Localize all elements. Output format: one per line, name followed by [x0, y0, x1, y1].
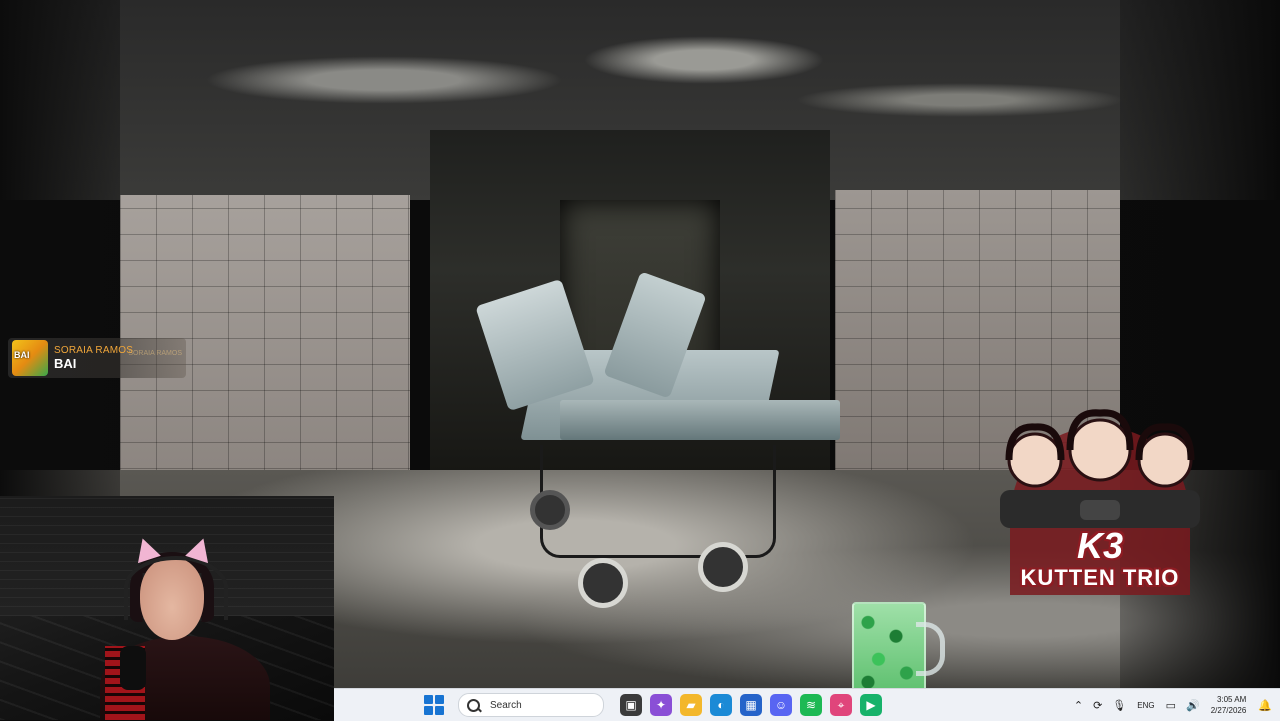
mug-body [852, 602, 926, 698]
glass-mug [852, 602, 945, 698]
windows-logo-icon [435, 706, 444, 715]
gurney-wheel [578, 558, 628, 608]
logo-name: KUTTEN TRIO [1020, 565, 1180, 590]
pinned-apps: ▣ ✦ ▰ ◐ ▦ ☺ ≋ ⌖ ▶ [616, 694, 886, 716]
taskbar-search[interactable] [458, 693, 604, 717]
folder-icon: ▰ [686, 698, 696, 712]
microphone-icon[interactable]: 🎙 [1112, 699, 1126, 712]
gurney-side-rail [560, 400, 840, 440]
gurney-frame [540, 445, 776, 558]
language-indicator[interactable]: ENG [1137, 701, 1154, 710]
notification-icon[interactable]: 🔔 [1258, 699, 1272, 712]
taskbar-app-task-view[interactable]: ▣ [620, 694, 642, 716]
search-input[interactable] [488, 698, 602, 712]
microphone [120, 646, 146, 690]
clock-time: 3:05 AM [1216, 695, 1247, 704]
avatar-text: BAI [14, 350, 30, 360]
windows-taskbar: ▣ ✦ ▰ ◐ ▦ ☺ ≋ ⌖ ▶ ⌃ ⟳ 🎙 ENG ▭ 🔊 3:05 AM 2/27/202… [334, 688, 1280, 721]
system-tray: ⌃ ⟳ 🎙 ENG ▭ 🔊 3:05 AM 2/27/2026 🔔 [1069, 694, 1272, 716]
taskbar-app-edge[interactable]: ◐ [710, 694, 732, 716]
chat-username-ghost: SORAIA RAMOS [128, 350, 182, 357]
chat-username: SORAIA RAMOS [54, 345, 134, 356]
logo-badge: K3 [1076, 525, 1124, 566]
task-view-icon: ▣ [625, 698, 637, 712]
webcam-feed [0, 496, 334, 720]
kutten-trio-logo: K3 KUTTEN TRIO [990, 405, 1210, 615]
mug-handle [916, 622, 945, 676]
stream-app-icon: ▶ [866, 698, 876, 712]
windows-logo-icon [424, 706, 433, 715]
chat-user-avatar: BAI [12, 340, 48, 376]
volume-icon[interactable]: 🔊 [1186, 699, 1200, 712]
network-icon[interactable]: ▭ [1166, 699, 1176, 712]
taskbar-app-discord[interactable]: ☺ [770, 694, 792, 716]
start-button[interactable] [424, 695, 444, 715]
taskbar-app-copilot[interactable]: ✦ [650, 694, 672, 716]
windows-logo-icon [435, 695, 444, 704]
chevron-up-icon[interactable]: ⌃ [1074, 699, 1083, 712]
store-icon: ▦ [745, 698, 757, 712]
taskbar-app-spotify[interactable]: ≋ [800, 694, 822, 716]
clock-date: 2/27/2026 [1210, 706, 1247, 715]
taskbar-app-microsoft-store[interactable]: ▦ [740, 694, 762, 716]
windows-logo-icon [424, 695, 433, 704]
taskbar-app-file-explorer[interactable]: ▰ [680, 694, 702, 716]
clock[interactable]: 3:05 AM 2/27/2026 [1211, 694, 1247, 716]
chat-alert-texts: SORAIA RAMOS BAI [54, 345, 133, 371]
sync-icon[interactable]: ⟳ [1093, 699, 1102, 712]
pin-icon: ⌖ [837, 697, 845, 712]
gurney-wheel [530, 490, 570, 530]
abandoned-gurney [475, 271, 850, 610]
spotify-icon: ≋ [805, 698, 817, 712]
chat-message-alert: BAI SORAIA RAMOS BAI SORAIA RAMOS [8, 338, 186, 378]
headset [124, 556, 228, 620]
taskbar-app-streaming-app[interactable]: ▶ [860, 694, 882, 716]
gurney-wheel [698, 542, 748, 592]
search-icon [467, 698, 480, 712]
chat-message: BAI [54, 356, 77, 371]
taskbar-app-location-app[interactable]: ⌖ [830, 694, 852, 716]
discord-icon: ☺ [774, 698, 788, 712]
copilot-icon: ✦ [655, 698, 667, 712]
edge-icon: ◐ [717, 698, 725, 712]
